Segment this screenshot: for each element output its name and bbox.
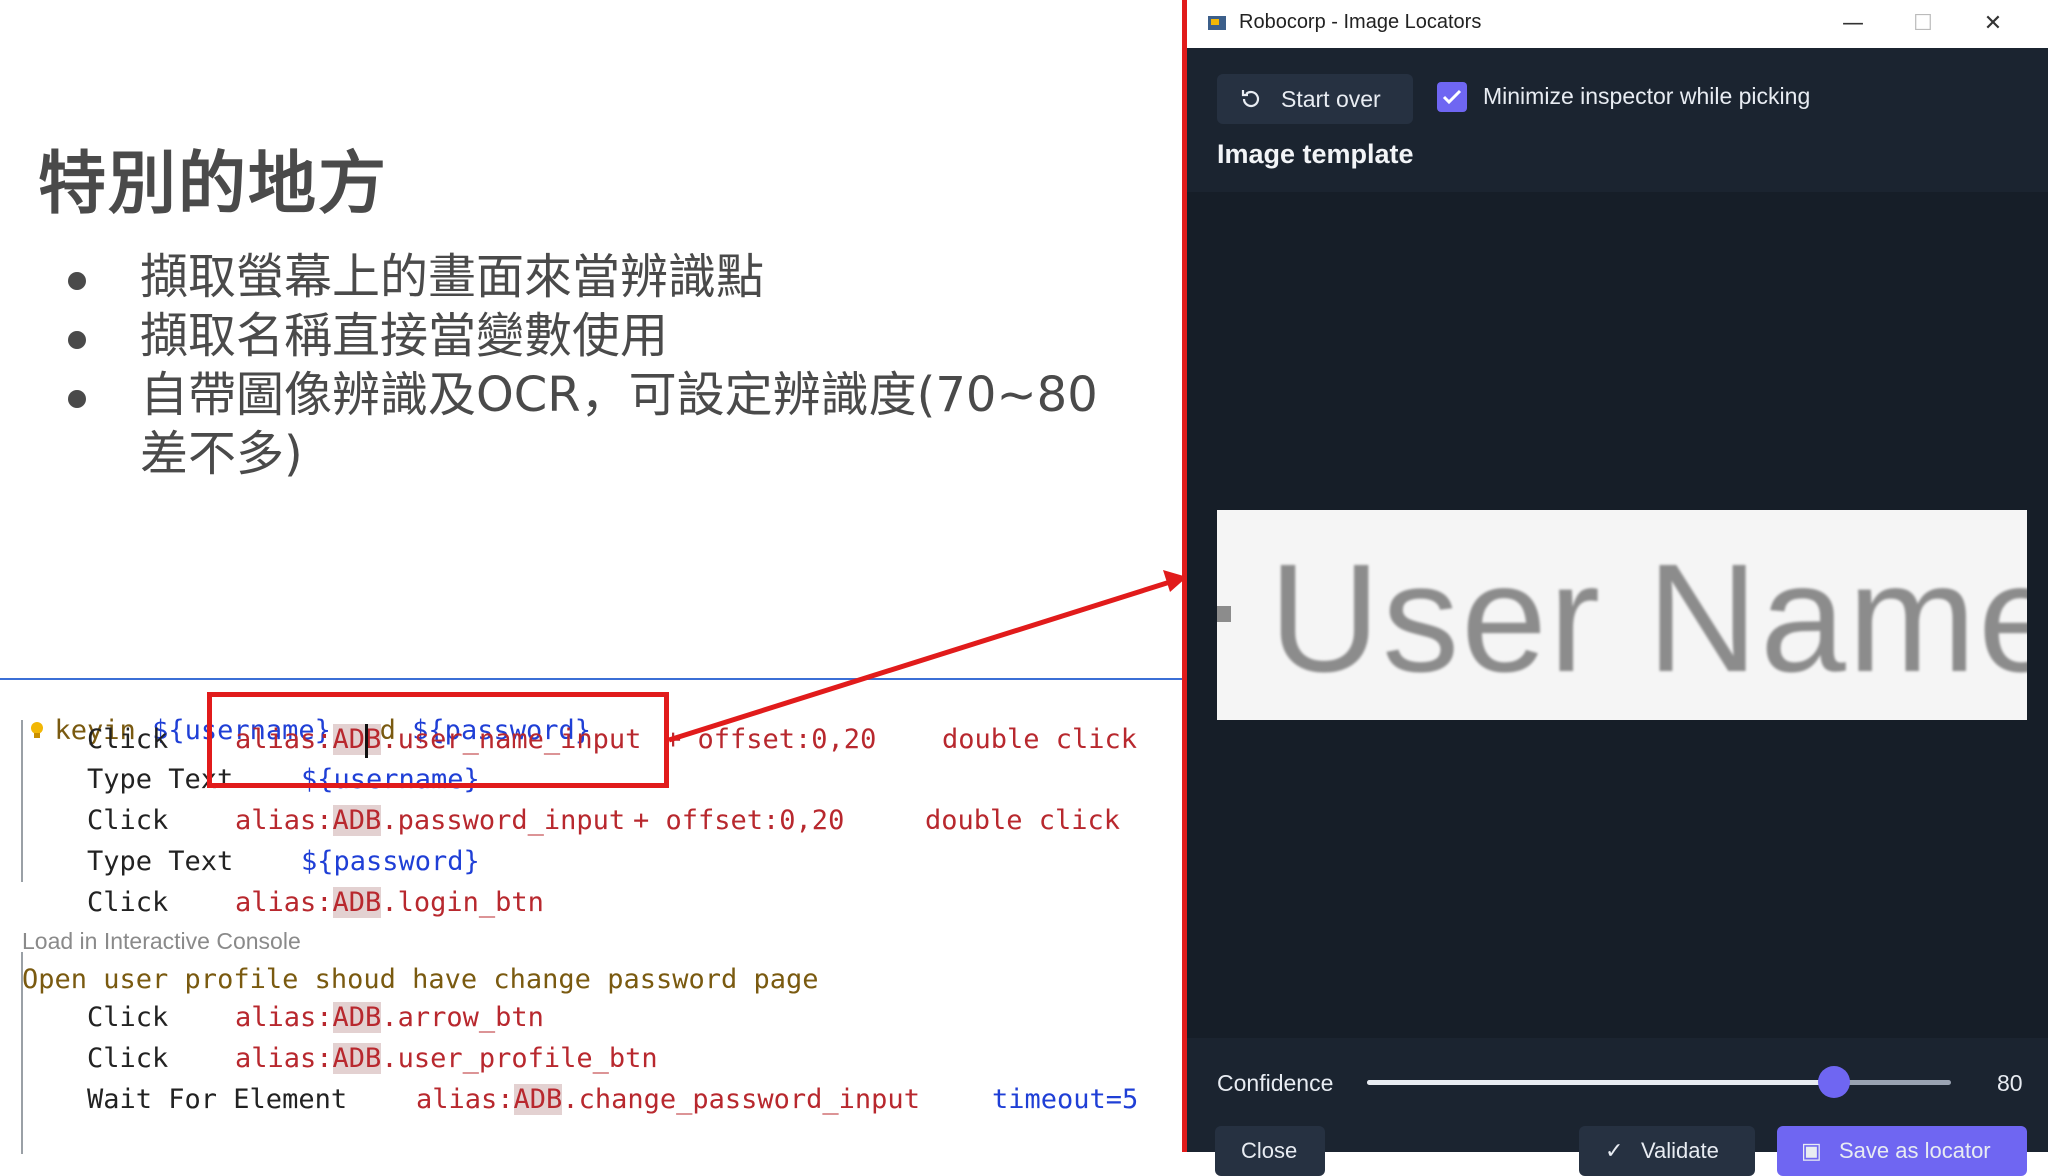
code-arg[interactable]: alias:ADB.user_profile_btn xyxy=(235,1043,658,1074)
start-over-button[interactable]: Start over xyxy=(1217,74,1413,124)
alias-target: .password_input xyxy=(381,805,626,836)
alias-name: ADB xyxy=(332,1002,382,1033)
slide-title: 特別的地方 xyxy=(38,145,389,224)
code-arg[interactable]: double click xyxy=(925,805,1120,836)
bullet-item: 自帶圖像辨識及OCR，可設定辨識度(70~80差不多) xyxy=(62,366,1140,484)
code-line[interactable]: Click xyxy=(87,1002,168,1033)
template-image-text: User Name xyxy=(1269,532,2027,704)
check-icon: ✓ xyxy=(1605,1138,1624,1163)
bullet-list: 擷取螢幕上的畫面來當辨識點 擷取名稱直接當變數使用 自帶圖像辨識及OCR，可設定… xyxy=(62,248,1142,484)
confidence-value: 80 xyxy=(1997,1070,2023,1096)
slider-fill xyxy=(1367,1080,1835,1085)
code-arg[interactable]: alias:ADB.arrow_btn xyxy=(235,1002,544,1033)
alias-prefix: alias: xyxy=(416,1084,514,1115)
code-line[interactable]: Click xyxy=(87,805,168,836)
close-window-button[interactable]: ✕ xyxy=(1973,6,2013,42)
highlight-callout-box xyxy=(207,692,669,788)
code-line[interactable]: Type Text xyxy=(87,846,233,877)
close-button-label: Close xyxy=(1241,1138,1298,1163)
save-icon: ▣ xyxy=(1801,1138,1822,1163)
alias-prefix: alias: xyxy=(235,1002,333,1033)
maximize-button[interactable]: ☐ xyxy=(1903,6,1943,42)
code-arg[interactable]: alias:ADB.change_password_input xyxy=(416,1084,920,1115)
bullet-dot xyxy=(68,272,86,290)
minimize-inspector-label[interactable]: Minimize inspector while picking xyxy=(1483,83,1810,110)
bullet-item: 擷取螢幕上的畫面來當辨識點 xyxy=(62,248,1142,307)
code-arg[interactable]: + offset:0,20 xyxy=(633,805,844,836)
confidence-label: Confidence xyxy=(1217,1070,1334,1096)
confidence-slider[interactable] xyxy=(1367,1066,1951,1098)
refresh-icon xyxy=(1241,90,1260,108)
code-line[interactable]: Click xyxy=(87,887,168,918)
alias-target: .change_password_input xyxy=(562,1084,920,1115)
code-arg[interactable]: double click xyxy=(942,724,1137,755)
save-as-locator-button[interactable]: ▣ Save as locator xyxy=(1777,1126,2027,1176)
bullet-item: 擷取名稱直接當變數使用 xyxy=(62,307,1142,366)
alias-prefix: alias: xyxy=(235,887,333,918)
code-arg[interactable]: alias:ADB.password_input xyxy=(235,805,625,836)
image-template-heading: Image template xyxy=(1217,139,1414,169)
alias-prefix: alias: xyxy=(235,1043,333,1074)
window-title: Robocorp - Image Locators xyxy=(1239,11,1482,33)
code-line[interactable]: Click xyxy=(87,724,168,755)
minimize-button[interactable]: — xyxy=(1833,6,1873,42)
alias-prefix: alias: xyxy=(235,805,333,836)
keyword: Click xyxy=(87,724,169,755)
save-as-locator-label: Save as locator xyxy=(1839,1138,1991,1163)
alias-name: ADB xyxy=(332,805,382,836)
template-edge-mark xyxy=(1217,606,1231,622)
code-arg[interactable]: + offset:0,20 xyxy=(665,724,876,755)
alias-name: ADB xyxy=(513,1084,563,1115)
bullet-dot xyxy=(68,390,86,408)
code-line[interactable]: Click xyxy=(87,1043,168,1074)
code-line[interactable]: Open user profile shoud have change pass… xyxy=(22,964,819,995)
load-interactive-console-link[interactable]: Load in Interactive Console xyxy=(22,928,301,955)
bullet-text: 自帶圖像辨識及OCR，可設定辨識度(70~80差不多) xyxy=(140,367,1098,482)
code-arg[interactable]: timeout=5 xyxy=(992,1084,1138,1115)
start-over-label: Start over xyxy=(1281,86,1381,112)
alias-target: .arrow_btn xyxy=(381,1002,544,1033)
code-arg[interactable]: ${password} xyxy=(301,846,480,877)
validate-button-label: Validate xyxy=(1641,1138,1719,1163)
minimize-inspector-checkbox[interactable] xyxy=(1437,82,1467,112)
validate-button[interactable]: ✓ Validate xyxy=(1579,1126,1755,1176)
alias-name: ADB xyxy=(332,887,382,918)
image-locators-window: Robocorp - Image Locators — ☐ ✕ Start ov… xyxy=(1182,0,2048,1176)
checkmark-icon xyxy=(1442,89,1462,105)
alias-target: .login_btn xyxy=(381,887,544,918)
close-button[interactable]: Close xyxy=(1215,1126,1325,1176)
template-image: User Name xyxy=(1217,510,2027,720)
robocorp-app-icon xyxy=(1208,16,1226,30)
slider-thumb[interactable] xyxy=(1818,1066,1851,1098)
alias-name: ADB xyxy=(332,1043,382,1074)
bullet-dot xyxy=(68,331,86,349)
code-arg[interactable]: alias:ADB.login_btn xyxy=(235,887,544,918)
code-line[interactable]: Wait For Element xyxy=(87,1084,347,1115)
bullet-text: 擷取螢幕上的畫面來當辨識點 xyxy=(140,249,765,305)
title-bar[interactable]: Robocorp - Image Locators — ☐ ✕ xyxy=(1187,0,2048,48)
alias-target: .user_profile_btn xyxy=(381,1043,658,1074)
bullet-text: 擷取名稱直接當變數使用 xyxy=(140,308,669,364)
